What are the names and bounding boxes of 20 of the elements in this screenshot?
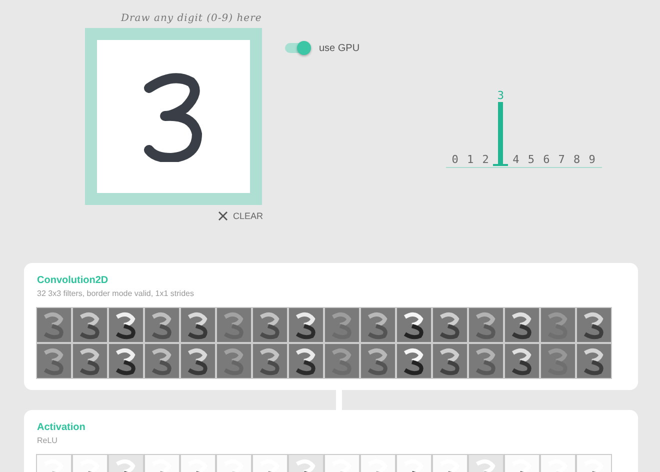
instruction-text: Draw any digit (0-9) here <box>121 12 262 24</box>
layer-title: Activation <box>37 422 86 433</box>
digit-label: 5 <box>528 154 534 166</box>
layer-description: 32 3x3 filters, border mode valid, 1x1 strides <box>37 289 195 298</box>
digit-label: 0 <box>452 154 458 166</box>
close-icon <box>218 211 228 221</box>
digit-label: 7 <box>558 154 565 166</box>
toggle-switch[interactable] <box>285 43 309 53</box>
digit-label: 6 <box>543 154 550 166</box>
digit-label: 1 <box>466 154 474 166</box>
digit-label: 8 <box>574 154 580 166</box>
digit-label: 2 <box>482 154 489 166</box>
drawing-canvas[interactable] <box>85 28 262 205</box>
digit-label: 4 <box>512 154 520 166</box>
clear-button[interactable]: CLEAR <box>214 209 267 223</box>
layer-title: Convolution2D <box>37 275 110 286</box>
prediction-label: 3 <box>497 90 504 102</box>
layer-description: ReLU <box>37 436 58 445</box>
toggle-label: use GPU <box>319 42 360 54</box>
digit-label: 9 <box>588 154 596 166</box>
